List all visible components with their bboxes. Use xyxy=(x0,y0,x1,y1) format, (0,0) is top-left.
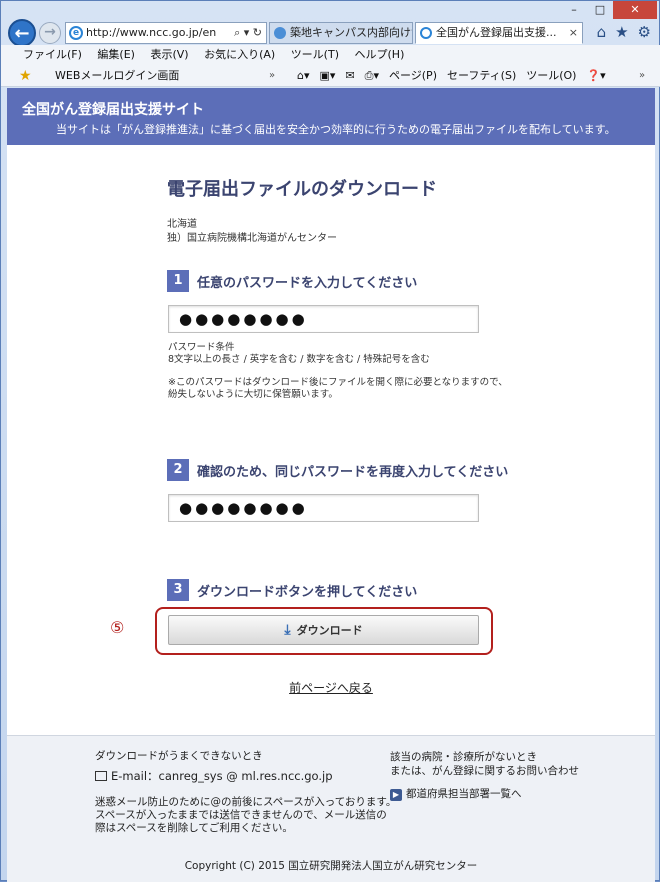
prefecture: 北海道 xyxy=(167,219,197,230)
favorites-bar: ★ WEBメールログイン画面 » ⌂▾ ▣▾ ✉ ⎙▾ ページ(P) セーフティ… xyxy=(1,65,660,87)
tools-menu[interactable]: ツール(O) xyxy=(526,65,576,87)
prefecture-list-label[interactable]: 都道府県担当部署一覧へ xyxy=(406,788,522,800)
url-text: http://www.ncc.go.jp/en xyxy=(86,26,217,39)
forward-button[interactable]: → xyxy=(39,22,61,44)
browser-window: – □ ✕ ← → e http://www.ncc.go.jp/en ⌕ ▾ … xyxy=(0,0,660,882)
chevron-icon[interactable]: » xyxy=(269,65,275,87)
close-tab-icon[interactable]: × xyxy=(569,23,578,43)
back-link[interactable]: 前ページへ戻る xyxy=(7,679,655,696)
maximize-button[interactable]: □ xyxy=(587,1,613,19)
safety-menu[interactable]: セーフティ(S) xyxy=(447,65,516,87)
step-number: 3 xyxy=(167,579,189,601)
tab-campus[interactable]: 築地キャンパス内部向けサー... xyxy=(269,22,413,44)
download-label: ダウンロード xyxy=(296,624,363,637)
menu-favorites[interactable]: お気に入り(A) xyxy=(204,48,275,61)
favorites-star-icon[interactable]: ★ xyxy=(19,65,32,87)
email-note-line3: 際はスペースを削除してご利用ください。 xyxy=(95,822,293,834)
password-confirm-input[interactable]: ●●●●●●●● xyxy=(168,494,479,522)
search-refresh-icons[interactable]: ⌕ ▾ ↻ xyxy=(234,23,262,43)
command-bar: ⌂▾ ▣▾ ✉ ⎙▾ ページ(P) セーフティ(S) ツール(O) ❓▾ xyxy=(297,65,606,87)
title-bar: – □ ✕ ← → e http://www.ncc.go.jp/en ⌕ ▾ … xyxy=(1,1,660,47)
contact-info: 該当の病院・診療所がないとき または、がん登録に関するお問い合わせ xyxy=(390,750,579,778)
tab-active[interactable]: 全国がん登録届出支援... × xyxy=(415,22,583,44)
step-2: 2 確認のため、同じパスワードを再度入力してください xyxy=(167,459,508,481)
menu-file[interactable]: ファイル(F) xyxy=(23,48,82,61)
print-icon[interactable]: ⎙▾ xyxy=(365,65,379,87)
browser-right-icons: ⌂ ★ ⚙ xyxy=(597,23,651,41)
step-number: 2 xyxy=(167,459,189,481)
password-rules: パスワード条件 8文字以上の長さ / 英字を含む / 数字を含む / 特殊記号を… xyxy=(168,342,430,366)
minimize-button[interactable]: – xyxy=(561,1,587,19)
step-3: 3 ダウンロードボタンを押してください xyxy=(167,579,417,601)
email-note-line2: スペースが入ったままでは送信できませんので、メール送信の xyxy=(95,809,387,821)
favorite-link[interactable]: WEBメールログイン画面 xyxy=(55,65,179,87)
step-title: 任意のパスワードを入力してください xyxy=(197,275,418,291)
home-icon[interactable]: ⌂ xyxy=(597,23,607,41)
password-note: ※このパスワードはダウンロード後にファイルを開く際に必要となりますので、 紛失し… xyxy=(168,377,508,401)
step-number: 1 xyxy=(167,270,189,292)
menu-tools[interactable]: ツール(T) xyxy=(291,48,339,61)
password-rules-text: 8文字以上の長さ / 英字を含む / 数字を含む / 特殊記号を含む xyxy=(168,354,430,365)
email-address[interactable]: E-mail：canreg_sys @ ml.res.ncc.go.jp xyxy=(111,769,333,783)
rss-icon[interactable]: ▣▾ xyxy=(320,65,336,87)
page-menu[interactable]: ページ(P) xyxy=(389,65,437,87)
window-controls: – □ ✕ xyxy=(561,1,657,19)
chevron-icon[interactable]: » xyxy=(639,65,645,87)
email-note: 迷惑メール防止のために@の前後にスペースが入っております。 スペースが入ったまま… xyxy=(95,796,396,835)
hospital-name: 独）国立病院機構北海道がんセンター xyxy=(167,233,337,244)
password-note-line2: 紛失しないように大切に保管願います。 xyxy=(168,389,338,400)
menu-help[interactable]: ヘルプ(H) xyxy=(355,48,405,61)
address-bar[interactable]: e http://www.ncc.go.jp/en ⌕ ▾ ↻ xyxy=(65,22,267,44)
contact-line2: または、がん登録に関するお問い合わせ xyxy=(390,765,579,777)
menu-edit[interactable]: 編集(E) xyxy=(97,48,135,61)
menu-view[interactable]: 表示(V) xyxy=(150,48,188,61)
footer: ダウンロードがうまくできないとき E-mail：canreg_sys @ ml.… xyxy=(7,735,655,882)
download-icon: ⤓ xyxy=(284,622,291,638)
site-banner: 全国がん登録届出支援サイト 当サイトは「がん登録推進法」に基づく届出を安全かつ効… xyxy=(7,88,655,145)
help-icon[interactable]: ❓▾ xyxy=(586,65,605,87)
email-note-line1: 迷惑メール防止のために@の前後にスペースが入っております。 xyxy=(95,796,397,808)
annotation-marker: ⑤ xyxy=(110,618,125,637)
menu-bar: ファイル(F) 編集(E) 表示(V) お気に入り(A) ツール(T) ヘルプ(… xyxy=(1,45,660,65)
back-arrow-icon: ← xyxy=(14,23,30,44)
favorites-star-icon[interactable]: ★ xyxy=(615,23,628,41)
arrow-right-icon: ▶ xyxy=(390,789,402,801)
ie-icon xyxy=(420,27,432,39)
page-title: 電子届出ファイルのダウンロード xyxy=(167,179,437,200)
site-title: 全国がん登録届出支援サイト xyxy=(22,102,204,118)
contact-line1: 該当の病院・診療所がないとき xyxy=(390,751,537,763)
password-rules-label: パスワード条件 xyxy=(168,342,235,353)
password-note-line1: ※このパスワードはダウンロード後にファイルを開く際に必要となりますので、 xyxy=(168,377,508,388)
site-subtitle: 当サイトは「がん登録推進法」に基づく届出を安全かつ効率的に行うための電子届出ファ… xyxy=(56,123,616,136)
back-button[interactable]: ← xyxy=(8,19,36,47)
download-help-title: ダウンロードがうまくできないとき xyxy=(95,750,263,762)
copyright: Copyright (C) 2015 国立研究開発法人国立がん研究センター xyxy=(184,860,478,872)
download-button[interactable]: ⤓ ダウンロード xyxy=(168,615,479,645)
step-title: 確認のため、同じパスワードを再度入力してください xyxy=(197,464,509,480)
tab-label: 築地キャンパス内部向けサー... xyxy=(290,26,412,39)
site-icon xyxy=(274,27,286,39)
step-1: 1 任意のパスワードを入力してください xyxy=(167,270,417,292)
mail-icon xyxy=(95,771,107,781)
forward-arrow-icon: → xyxy=(44,24,56,40)
email-line: E-mail：canreg_sys @ ml.res.ncc.go.jp xyxy=(95,770,333,783)
tab-label: 全国がん登録届出支援... xyxy=(436,26,557,39)
mail-icon[interactable]: ✉ xyxy=(345,65,354,87)
gear-icon[interactable]: ⚙ xyxy=(638,23,651,41)
close-button[interactable]: ✕ xyxy=(613,1,657,19)
prefecture-list-link[interactable]: ▶ 都道府県担当部署一覧へ xyxy=(390,787,522,801)
step-title: ダウンロードボタンを押してください xyxy=(197,584,418,600)
ie-icon: e xyxy=(69,26,83,40)
page-viewport: 全国がん登録届出支援サイト 当サイトは「がん登録推進法」に基づく届出を安全かつ効… xyxy=(7,88,655,882)
home-icon[interactable]: ⌂▾ xyxy=(297,65,310,87)
password-input[interactable]: ●●●●●●●● xyxy=(168,305,479,333)
